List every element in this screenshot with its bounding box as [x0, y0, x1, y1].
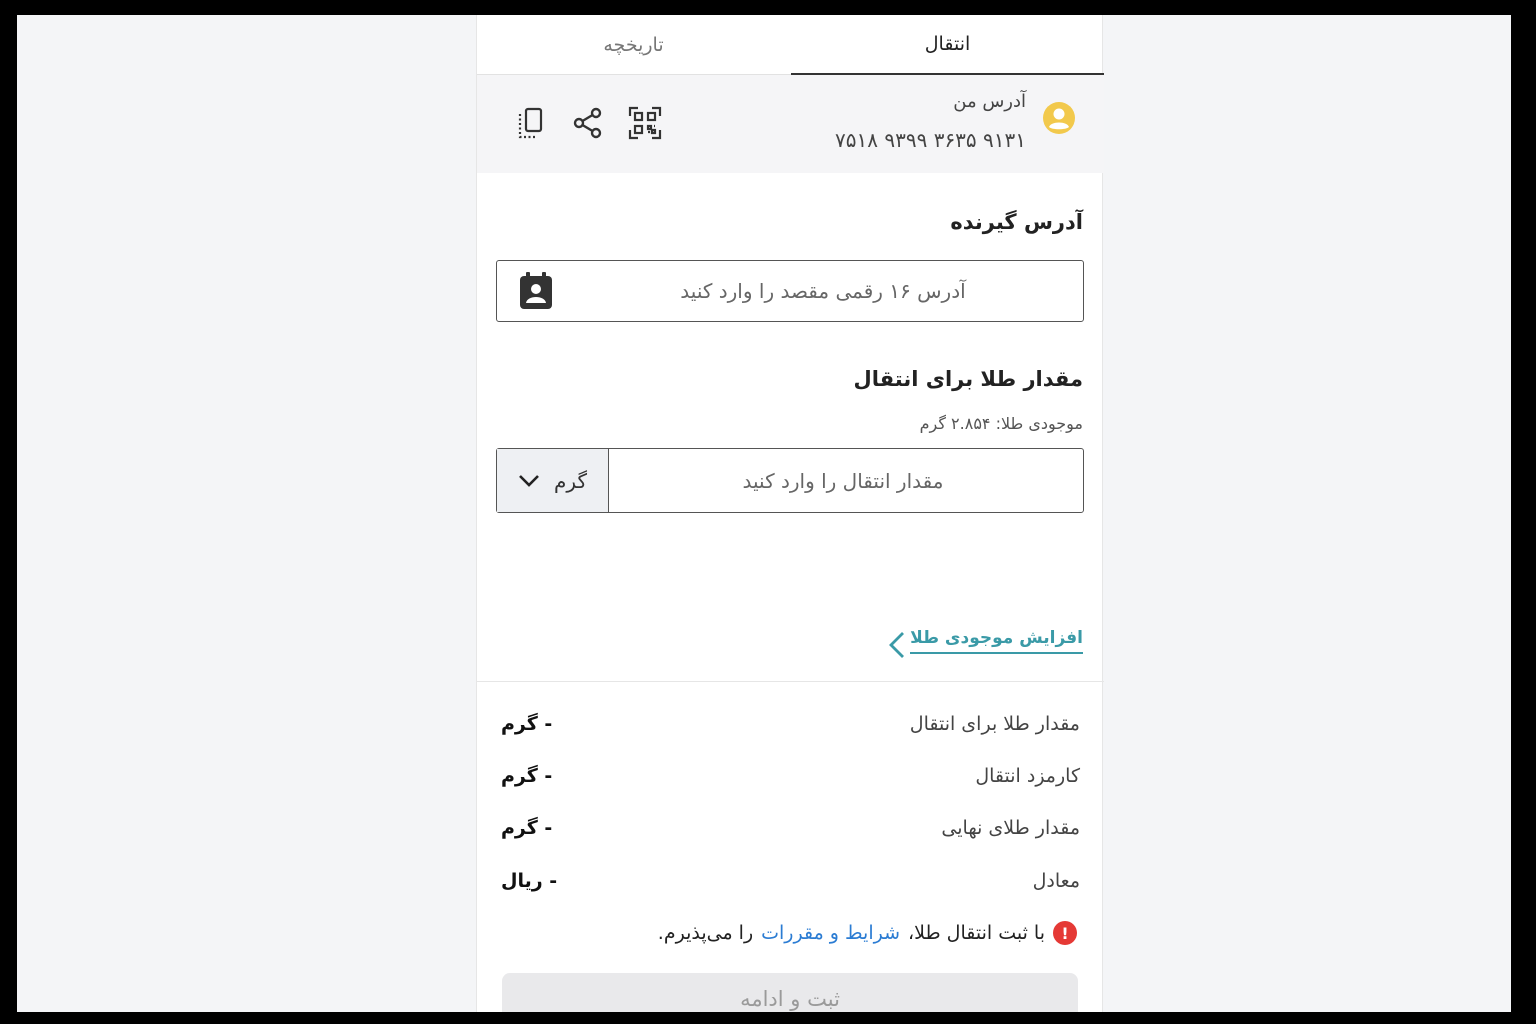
- summary-row: مقدار طلا برای انتقال - گرم: [501, 713, 1080, 743]
- my-address-value: ۷۵۱۸ ۹۳۹۹ ۳۶۳۵ ۹۱۳۱: [835, 128, 1026, 152]
- gold-balance: موجودی طلا: ۲.۸۵۴ گرم: [919, 414, 1083, 433]
- terms-link[interactable]: شرایط و مقررات: [761, 922, 900, 944]
- tab-history[interactable]: تاریخچه: [477, 15, 790, 75]
- copy-address-button[interactable]: [513, 105, 549, 141]
- qr-code-button[interactable]: [627, 105, 663, 141]
- summary-value: - گرم: [501, 817, 553, 839]
- contact-book-icon: [520, 272, 552, 309]
- amount-title: مقدار طلا برای انتقال: [853, 367, 1083, 391]
- amount-field: گرم: [496, 448, 1084, 513]
- divider: [477, 681, 1104, 682]
- user-avatar-icon: [1043, 102, 1075, 134]
- terms-suffix: را می‌پذیرم.: [657, 922, 754, 944]
- chevron-down-icon: [519, 474, 539, 487]
- summary-row: کارمزد انتقال - گرم: [501, 765, 1080, 795]
- summary-row: معادل - ریال: [501, 870, 1080, 900]
- my-address-label: آدرس من: [953, 91, 1026, 112]
- summary-label: مقدار طلا برای انتقال: [909, 713, 1080, 735]
- qr-code-icon: [628, 106, 662, 140]
- summary-value: - ریال: [501, 870, 558, 892]
- summary-value: - گرم: [501, 765, 553, 787]
- amount-input[interactable]: [623, 463, 1063, 499]
- recipient-title: آدرس گیرنده: [950, 210, 1083, 234]
- tab-transfer[interactable]: انتقال: [791, 15, 1104, 75]
- screen: انتقال تاریخچه آدرس من ۷۵۱۸ ۹۳۹۹ ۳۶۳۵ ۹۱…: [17, 15, 1511, 1012]
- summary-row: مقدار طلای نهایی - گرم: [501, 817, 1080, 847]
- transfer-panel: انتقال تاریخچه آدرس من ۷۵۱۸ ۹۳۹۹ ۳۶۳۵ ۹۱…: [476, 15, 1104, 1012]
- submit-button[interactable]: ثبت و ادامه: [502, 973, 1078, 1012]
- contacts-button[interactable]: [517, 271, 555, 315]
- copy-icon: [518, 107, 543, 139]
- increase-balance-link[interactable]: افزایش موجودی طلا: [910, 628, 1083, 654]
- recipient-field: [496, 260, 1084, 322]
- summary-label: کارمزد انتقال: [975, 765, 1080, 787]
- summary-label: مقدار طلای نهایی: [941, 817, 1080, 839]
- terms-notice: ! با ثبت انتقال طلا، شرایط و مقررات را م…: [658, 921, 1077, 945]
- share-button[interactable]: [570, 105, 606, 141]
- summary-label: معادل: [1032, 870, 1080, 892]
- unit-select-value: گرم: [554, 468, 587, 493]
- alert-icon: !: [1053, 921, 1077, 945]
- terms-prefix: با ثبت انتقال طلا،: [908, 922, 1045, 944]
- unit-select[interactable]: گرم: [497, 449, 609, 512]
- share-icon: [573, 107, 602, 139]
- summary-value: - گرم: [501, 713, 553, 735]
- my-address-bar: آدرس من ۷۵۱۸ ۹۳۹۹ ۳۶۳۵ ۹۱۳۱: [477, 75, 1104, 173]
- chevron-left-icon[interactable]: [887, 630, 907, 660]
- recipient-address-input[interactable]: [583, 273, 1063, 309]
- tab-bar: انتقال تاریخچه: [477, 15, 1104, 75]
